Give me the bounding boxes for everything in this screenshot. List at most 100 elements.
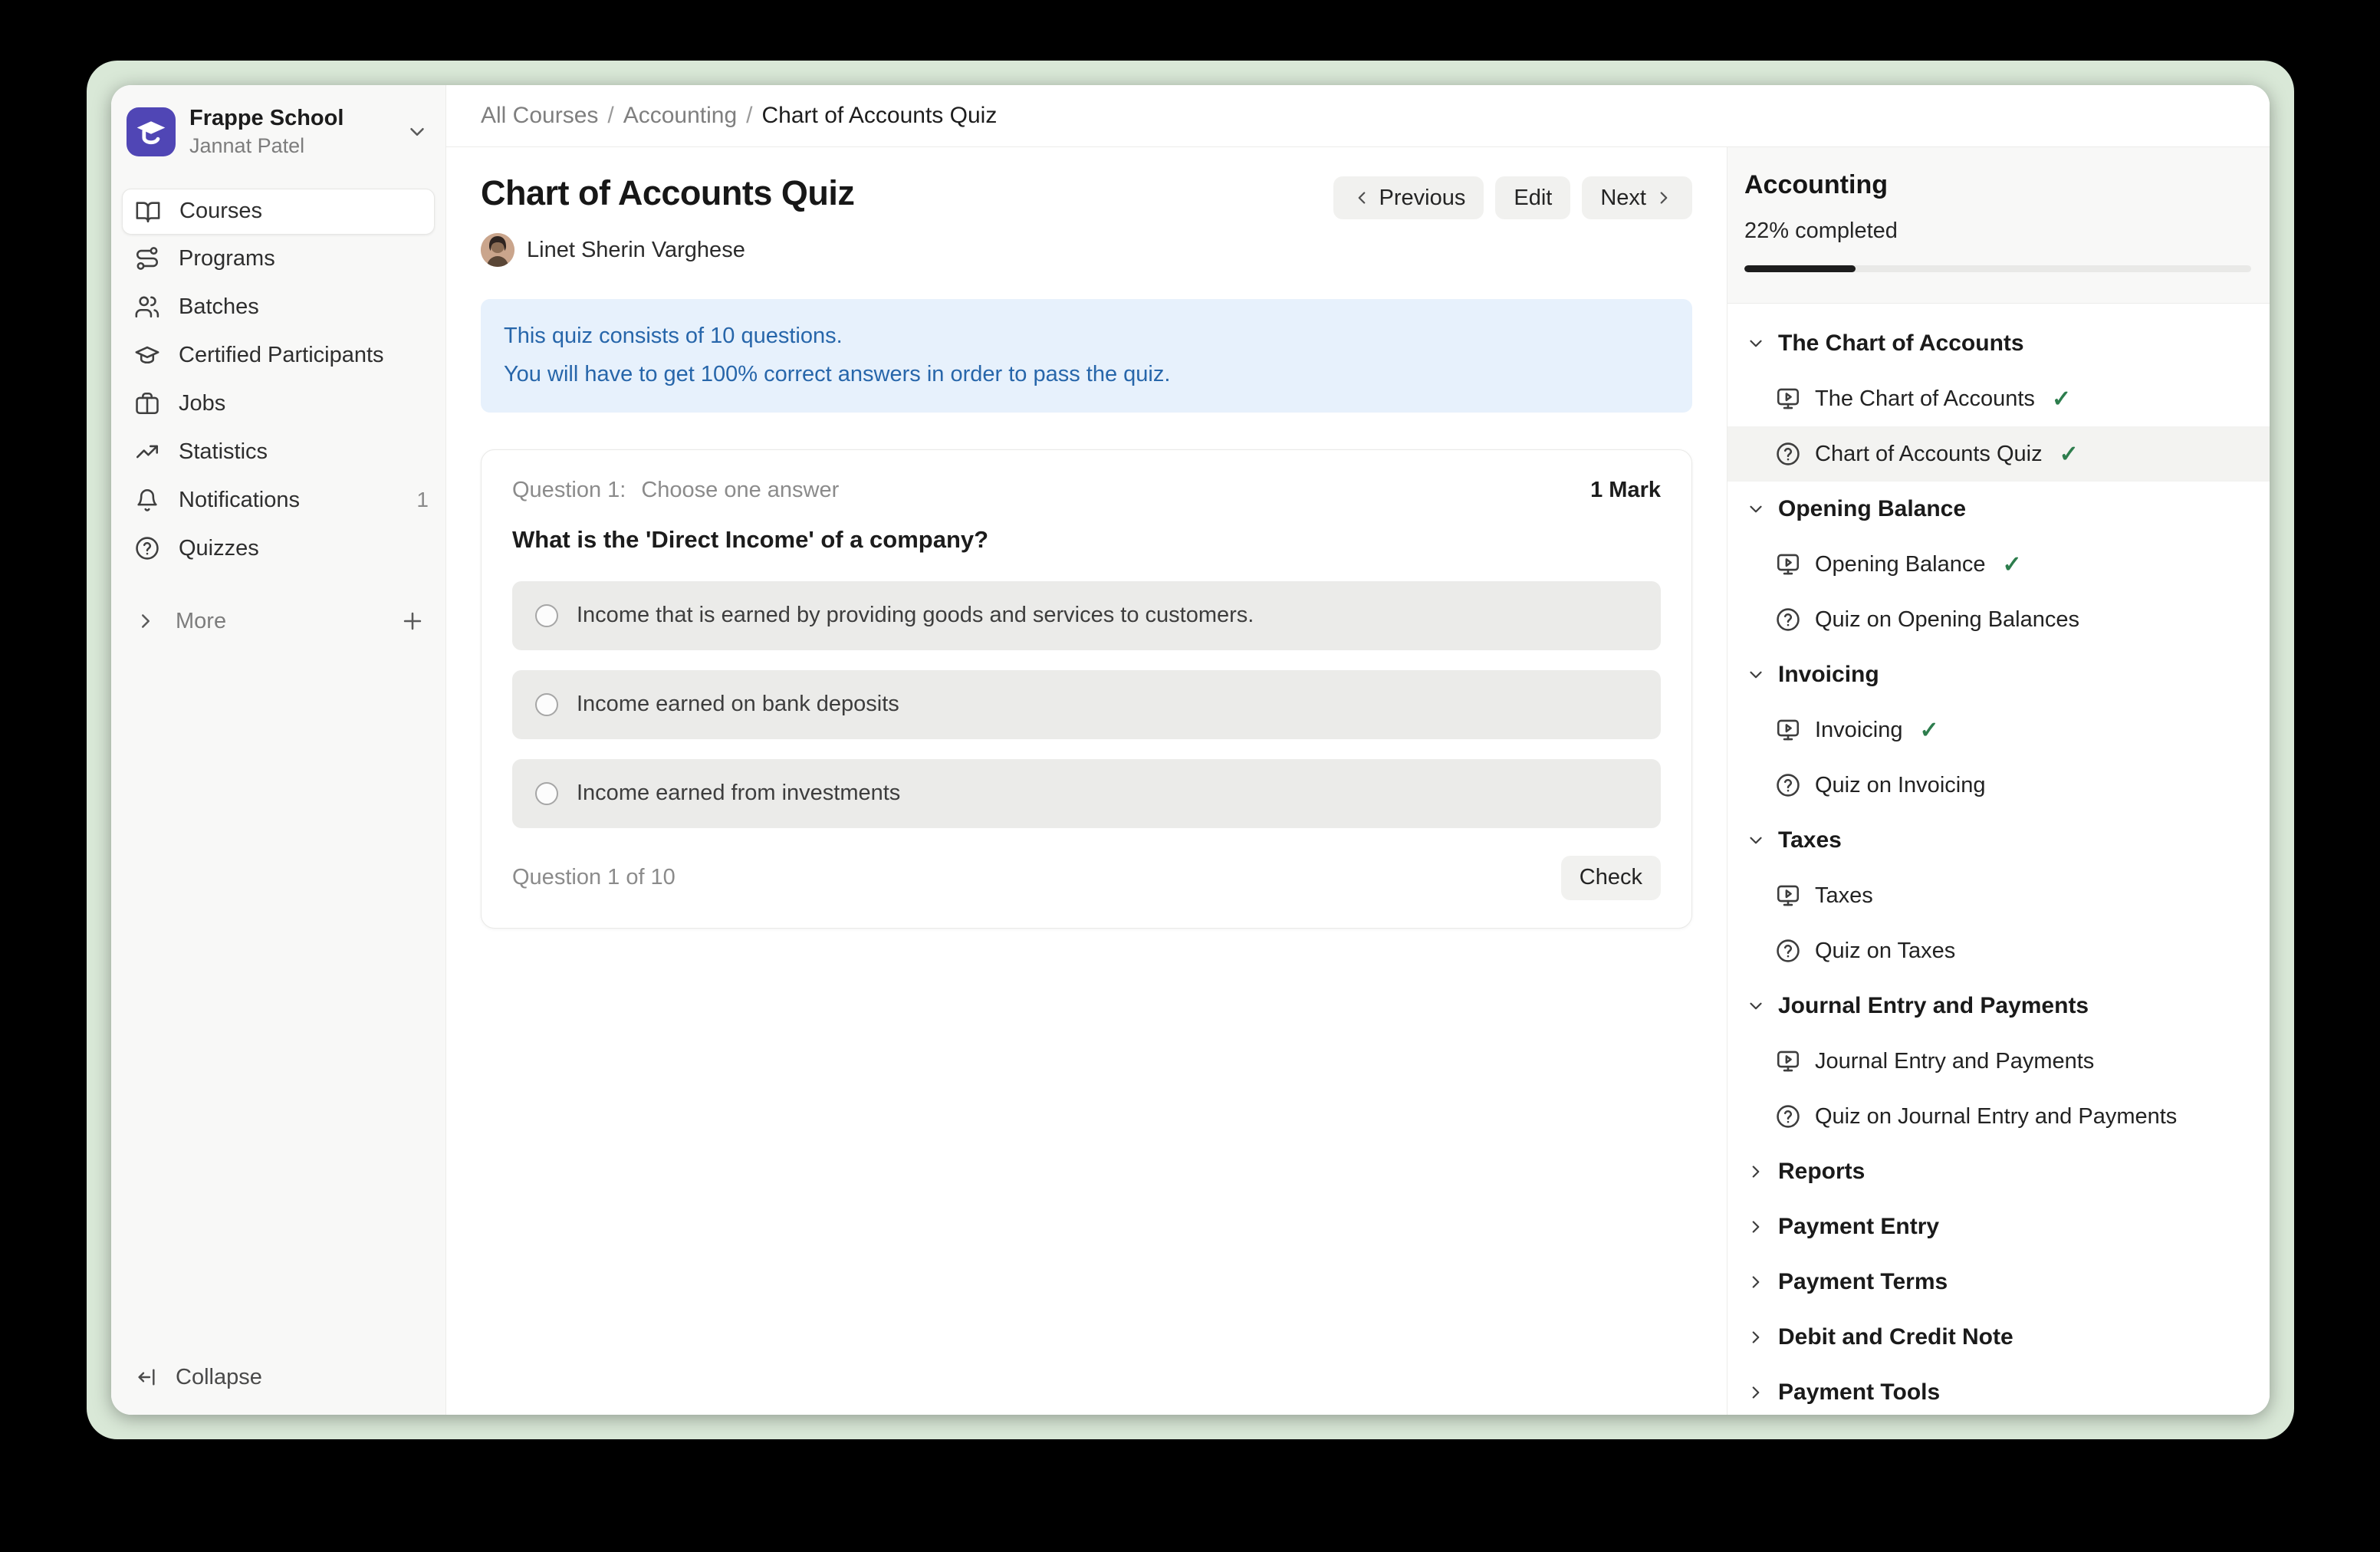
chevron-down-icon — [1746, 665, 1766, 685]
course-outline-panel: Accounting 22% completed The Chart of Ac… — [1727, 147, 2270, 1415]
answer-option-2[interactable]: Income earned on bank deposits — [512, 670, 1661, 739]
sidebar-item-statistics[interactable]: Statistics — [111, 428, 445, 476]
progress-bar — [1744, 265, 2251, 272]
sidebar-item-programs[interactable]: Programs — [111, 235, 445, 283]
collapse-label: Collapse — [176, 1365, 262, 1390]
edit-button[interactable]: Edit — [1495, 176, 1570, 219]
question-number-label: Question 1: — [512, 478, 626, 503]
monitor-play-icon — [1775, 551, 1801, 577]
book-open-icon — [135, 199, 161, 225]
outline-section-payment-tools[interactable]: Payment Tools — [1727, 1365, 2270, 1415]
outline-quiz[interactable]: Quiz on Journal Entry and Payments — [1727, 1089, 2270, 1144]
chevron-down-icon — [1746, 334, 1766, 353]
chevron-down-icon — [1746, 830, 1766, 850]
outline-section-journal-entry[interactable]: Journal Entry and Payments — [1727, 978, 2270, 1034]
help-circle-icon — [1775, 772, 1801, 798]
more-label: More — [176, 609, 226, 634]
chevron-left-icon — [1352, 188, 1372, 208]
next-button[interactable]: Next — [1582, 176, 1692, 219]
sidebar-item-label: Notifications — [179, 488, 300, 513]
sidebar-item-label: Certified Participants — [179, 343, 384, 368]
quiz-page: Chart of Accounts Quiz Previous Edit Nex… — [446, 147, 1727, 1415]
outline-quiz[interactable]: Quiz on Invoicing — [1727, 758, 2270, 813]
chevron-down-icon — [1746, 996, 1766, 1016]
outline-section-invoicing[interactable]: Invoicing — [1727, 647, 2270, 702]
sidebar-item-label: Programs — [179, 246, 275, 271]
chevron-down-icon — [1746, 499, 1766, 519]
previous-button[interactable]: Previous — [1333, 176, 1484, 219]
outline-lesson[interactable]: Invoicing ✓ — [1727, 702, 2270, 758]
sidebar-item-label: Batches — [179, 294, 259, 320]
chevron-down-icon — [406, 120, 429, 143]
outline-quiz[interactable]: Quiz on Taxes — [1727, 923, 2270, 978]
outline-quiz[interactable]: Quiz on Opening Balances — [1727, 592, 2270, 647]
chevron-right-icon — [1746, 1217, 1766, 1237]
outline-section-payment-entry[interactable]: Payment Entry — [1727, 1199, 2270, 1254]
app-window-frame: Frappe School Jannat Patel Courses Progr… — [87, 61, 2294, 1439]
check-icon: ✓ — [2059, 441, 2079, 468]
outline-lesson[interactable]: Opening Balance ✓ — [1727, 537, 2270, 592]
help-circle-icon — [1775, 607, 1801, 633]
breadcrumb-separator: / — [746, 103, 752, 129]
outline-section-taxes[interactable]: Taxes — [1727, 813, 2270, 868]
notifications-count-badge: 1 — [416, 488, 429, 512]
help-circle-icon — [1775, 1103, 1801, 1129]
sidebar-collapse-button[interactable]: Collapse — [111, 1355, 445, 1415]
help-circle-icon — [134, 535, 160, 561]
sidebar-item-certified-participants[interactable]: Certified Participants — [111, 331, 445, 380]
breadcrumb-current: Chart of Accounts Quiz — [762, 103, 998, 129]
outline-section-reports[interactable]: Reports — [1727, 1144, 2270, 1199]
sidebar-item-batches[interactable]: Batches — [111, 283, 445, 331]
outline-section-payment-terms[interactable]: Payment Terms — [1727, 1254, 2270, 1310]
sidebar-item-jobs[interactable]: Jobs — [111, 380, 445, 428]
radio-button[interactable] — [535, 782, 558, 805]
graduation-cap-icon — [134, 342, 160, 368]
progress-fill — [1744, 265, 1856, 272]
trending-up-icon — [134, 439, 160, 465]
course-progress-label: 22% completed — [1744, 219, 2251, 244]
breadcrumb: All Courses / Accounting / Chart of Acco… — [446, 85, 2270, 147]
workspace-switcher[interactable]: Frappe School Jannat Patel — [111, 85, 445, 166]
outline-section-opening-balance[interactable]: Opening Balance — [1727, 482, 2270, 537]
author-name: Linet Sherin Varghese — [527, 238, 745, 263]
banner-line: You will have to get 100% correct answer… — [504, 356, 1669, 394]
answer-option-1[interactable]: Income that is earned by providing goods… — [512, 581, 1661, 650]
outline-quiz-active[interactable]: Chart of Accounts Quiz ✓ — [1727, 426, 2270, 482]
outline-lesson[interactable]: The Chart of Accounts ✓ — [1727, 371, 2270, 426]
answer-option-3[interactable]: Income earned from investments — [512, 759, 1661, 828]
outline-section-chart-of-accounts[interactable]: The Chart of Accounts — [1727, 316, 2270, 371]
outline-section-debit-credit-note[interactable]: Debit and Credit Note — [1727, 1310, 2270, 1365]
sidebar-item-label: Jobs — [179, 391, 225, 416]
check-button[interactable]: Check — [1561, 856, 1661, 900]
breadcrumb-accounting[interactable]: Accounting — [623, 103, 737, 129]
chevron-right-icon — [1654, 188, 1674, 208]
users-icon — [134, 294, 160, 320]
monitor-play-icon — [1775, 883, 1801, 909]
outline-lesson[interactable]: Journal Entry and Payments — [1727, 1034, 2270, 1089]
banner-line: This quiz consists of 10 questions. — [504, 317, 1669, 356]
quiz-card: Question 1: Choose one answer 1 Mark Wha… — [481, 449, 1692, 929]
monitor-play-icon — [1775, 1048, 1801, 1074]
radio-button[interactable] — [535, 604, 558, 627]
main-column: All Courses / Accounting / Chart of Acco… — [446, 85, 2270, 1415]
bell-icon — [134, 487, 160, 513]
breadcrumb-separator: / — [607, 103, 613, 129]
plus-icon[interactable] — [399, 608, 426, 634]
sidebar-item-quizzes[interactable]: Quizzes — [111, 524, 445, 573]
brand-title: Frappe School — [189, 105, 392, 132]
user-name: Jannat Patel — [189, 133, 392, 159]
monitor-play-icon — [1775, 386, 1801, 412]
breadcrumb-all-courses[interactable]: All Courses — [481, 103, 598, 129]
app-window: Frappe School Jannat Patel Courses Progr… — [111, 85, 2270, 1415]
sidebar-item-courses[interactable]: Courses — [122, 189, 435, 235]
route-icon — [134, 245, 160, 271]
check-icon: ✓ — [2052, 386, 2071, 413]
chevron-right-icon — [1746, 1327, 1766, 1347]
outline-lesson[interactable]: Taxes — [1727, 868, 2270, 923]
briefcase-icon — [134, 390, 160, 416]
chevron-right-icon — [1746, 1162, 1766, 1182]
sidebar-more-toggle[interactable]: More — [111, 597, 445, 646]
sidebar-item-notifications[interactable]: Notifications 1 — [111, 476, 445, 524]
collapse-sidebar-icon — [134, 1365, 159, 1389]
radio-button[interactable] — [535, 693, 558, 716]
